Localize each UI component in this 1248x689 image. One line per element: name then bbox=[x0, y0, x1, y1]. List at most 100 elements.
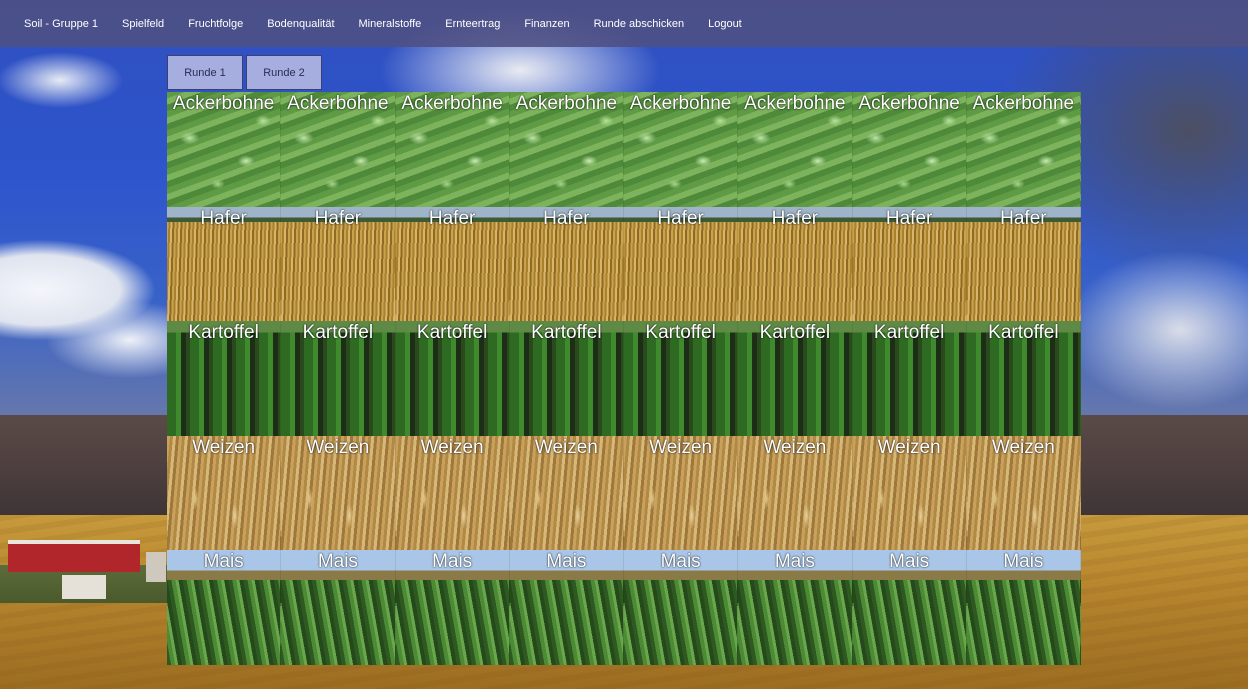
round-tabs: Runde 1 Runde 2 bbox=[167, 55, 325, 90]
field-cell-label: Ackerbohne bbox=[744, 93, 846, 114]
field-cell[interactable]: Hafer bbox=[167, 206, 282, 322]
field-cell[interactable]: Mais bbox=[167, 550, 282, 665]
field-cell-label: Weizen bbox=[420, 436, 484, 458]
field-cell-label: Weizen bbox=[649, 436, 713, 458]
field-cell[interactable]: Hafer bbox=[738, 206, 853, 322]
field-cell[interactable]: Kartoffel bbox=[281, 321, 396, 436]
tab-runde-2[interactable]: Runde 2 bbox=[246, 55, 322, 90]
field-cell-label: Ackerbohne bbox=[858, 93, 960, 114]
field-cell-label: Hafer bbox=[314, 207, 362, 229]
field-cell-label: Ackerbohne bbox=[515, 93, 618, 114]
field-cell-label: Mais bbox=[1003, 551, 1044, 573]
field-cell-label: Weizen bbox=[991, 436, 1055, 458]
field-cell-label: Hafer bbox=[200, 207, 247, 229]
field-cell-label: Kartoffel bbox=[873, 322, 945, 344]
field-cell-label: Hafer bbox=[657, 207, 704, 229]
field-cell[interactable]: Hafer bbox=[509, 206, 624, 322]
silo-image bbox=[146, 552, 166, 582]
tab-runde-1[interactable]: Runde 1 bbox=[167, 55, 243, 90]
farmhouse-image bbox=[62, 575, 106, 599]
field-cell[interactable]: Kartoffel bbox=[852, 321, 967, 436]
field-cell-label: Mais bbox=[317, 551, 358, 573]
field-cell[interactable]: Mais bbox=[966, 550, 1081, 665]
field-cell-label: Ackerbohne bbox=[172, 93, 275, 114]
field-cell-label: Hafer bbox=[885, 207, 933, 229]
field-cell-label: Hafer bbox=[543, 207, 590, 229]
field-cell[interactable]: Ackerbohne bbox=[395, 92, 510, 207]
nav-link-logout[interactable]: Logout bbox=[708, 18, 742, 30]
field-cell[interactable]: Mais bbox=[738, 550, 853, 665]
field-cell[interactable]: Weizen bbox=[966, 435, 1081, 551]
field-cell[interactable]: Hafer bbox=[281, 206, 396, 322]
field-cell-label: Mais bbox=[889, 551, 930, 573]
nav-link-fruchtfolge[interactable]: Fruchtfolge bbox=[188, 18, 243, 30]
field-cell[interactable]: Kartoffel bbox=[624, 321, 739, 436]
nav-link-finanzen[interactable]: Finanzen bbox=[524, 18, 569, 30]
nav-link-mineralstoffe[interactable]: Mineralstoffe bbox=[359, 18, 422, 30]
field-cell[interactable]: Hafer bbox=[395, 206, 510, 322]
field-grid: Ackerbohne Ackerbohne Ackerbohne Ackerbo… bbox=[167, 92, 1081, 665]
field-cell[interactable]: Weizen bbox=[167, 435, 282, 551]
field-cell[interactable]: Mais bbox=[509, 550, 624, 665]
field-cell-label: Weizen bbox=[192, 436, 256, 458]
field-cell[interactable]: Weizen bbox=[738, 435, 853, 551]
barn-image bbox=[8, 540, 140, 572]
field-cell-label: Weizen bbox=[877, 436, 941, 458]
field-cell-label: Ackerbohne bbox=[287, 93, 389, 114]
field-cell[interactable]: Kartoffel bbox=[167, 321, 282, 436]
field-cell[interactable]: Kartoffel bbox=[738, 321, 853, 436]
field-cell-label: Kartoffel bbox=[302, 322, 374, 344]
field-cell[interactable]: Kartoffel bbox=[395, 321, 510, 436]
field-cell-label: Ackerbohne bbox=[972, 93, 1075, 114]
field-cell[interactable]: Weizen bbox=[509, 435, 624, 551]
field-cell-label: Weizen bbox=[763, 436, 827, 458]
field-cell-label: Kartoffel bbox=[531, 322, 602, 344]
field-cell-label: Hafer bbox=[428, 207, 476, 229]
field-cell[interactable]: Mais bbox=[395, 550, 510, 665]
field-cell[interactable]: Ackerbohne bbox=[738, 92, 853, 207]
field-cell[interactable]: Hafer bbox=[966, 206, 1081, 322]
field-cell-label: Weizen bbox=[306, 436, 370, 458]
field-cell-label: Weizen bbox=[534, 436, 598, 458]
field-cell[interactable]: Hafer bbox=[624, 206, 739, 322]
field-cell-label: Mais bbox=[774, 551, 815, 573]
field-cell-label: Mais bbox=[546, 551, 587, 573]
field-cell-label: Kartoffel bbox=[988, 322, 1059, 344]
crop-row-mais: Mais Mais Mais Mais Mais Mais Mais Mais bbox=[167, 550, 1081, 665]
field-cell-label: Hafer bbox=[1000, 207, 1047, 229]
field-cell[interactable]: Weizen bbox=[852, 435, 967, 551]
field-cell[interactable]: Weizen bbox=[395, 435, 510, 551]
field-cell[interactable]: Mais bbox=[624, 550, 739, 665]
field-cell-label: Mais bbox=[432, 551, 473, 573]
field-cell-label: Ackerbohne bbox=[401, 93, 503, 114]
field-cell-label: Kartoffel bbox=[759, 322, 831, 344]
field-cell-label: Ackerbohne bbox=[629, 93, 732, 114]
nav-brand-link[interactable]: Soil - Gruppe 1 bbox=[24, 18, 98, 30]
field-cell[interactable]: Mais bbox=[852, 550, 967, 665]
nav-link-ernteertrag[interactable]: Ernteertrag bbox=[445, 18, 500, 30]
field-cell[interactable]: Weizen bbox=[281, 435, 396, 551]
field-cell-label: Kartoffel bbox=[416, 322, 488, 344]
nav-link-spielfeld[interactable]: Spielfeld bbox=[122, 18, 164, 30]
field-cell[interactable]: Kartoffel bbox=[509, 321, 624, 436]
field-cell[interactable]: Mais bbox=[281, 550, 396, 665]
field-cell[interactable]: Ackerbohne bbox=[281, 92, 396, 207]
field-cell[interactable]: Ackerbohne bbox=[852, 92, 967, 207]
field-cell-label: Kartoffel bbox=[645, 322, 716, 344]
field-cell[interactable]: Weizen bbox=[624, 435, 739, 551]
nav-link-runde-abschicken[interactable]: Runde abschicken bbox=[594, 18, 685, 30]
crop-row-hafer: Hafer Hafer Hafer Hafer Hafer Hafer Hafe… bbox=[167, 206, 1081, 322]
crop-row-weizen: Weizen Weizen Weizen Weizen Weizen Weize… bbox=[167, 435, 1081, 551]
field-cell[interactable]: Hafer bbox=[852, 206, 967, 322]
field-cell[interactable]: Kartoffel bbox=[966, 321, 1081, 436]
field-cell[interactable]: Ackerbohne bbox=[624, 92, 739, 207]
field-cell-label: Mais bbox=[660, 551, 701, 573]
crop-row-kartoffel: Kartoffel Kartoffel Kartoffel Kartoffel … bbox=[167, 321, 1081, 436]
field-cell-label: Hafer bbox=[771, 207, 819, 229]
field-cell[interactable]: Ackerbohne bbox=[509, 92, 624, 207]
main-navbar: Soil - Gruppe 1 Spielfeld Fruchtfolge Bo… bbox=[0, 0, 1248, 47]
nav-link-bodenqualitaet[interactable]: Bodenqualität bbox=[267, 18, 334, 30]
field-cell-label: Mais bbox=[203, 551, 244, 573]
field-cell[interactable]: Ackerbohne bbox=[167, 92, 282, 207]
field-cell[interactable]: Ackerbohne bbox=[966, 92, 1081, 207]
